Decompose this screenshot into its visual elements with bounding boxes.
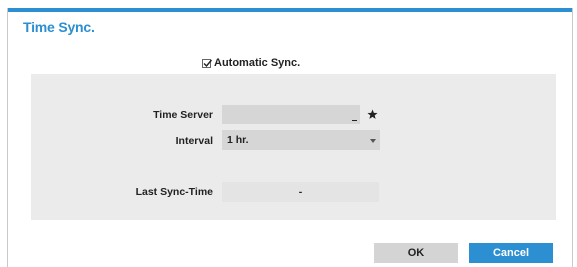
interval-value: 1 hr. xyxy=(227,134,249,146)
time-sync-dialog: Time Sync. Automatic Sync. Time Server I… xyxy=(7,8,573,267)
dialog-title: Time Sync. xyxy=(23,19,95,35)
dialog-accent-bar xyxy=(8,8,572,12)
chevron-down-icon xyxy=(370,139,376,143)
time-server-label: Time Server xyxy=(153,109,213,121)
interval-dropdown[interactable]: 1 hr. xyxy=(222,130,380,150)
automatic-sync-label: Automatic Sync. xyxy=(214,57,301,69)
time-server-input[interactable] xyxy=(222,105,360,124)
cancel-button[interactable]: Cancel xyxy=(469,243,553,263)
checkbox-checked-icon[interactable] xyxy=(202,58,213,68)
ok-button[interactable]: OK xyxy=(374,243,458,263)
last-sync-time-label: Last Sync-Time xyxy=(135,186,213,198)
star-icon xyxy=(366,109,378,119)
interval-label: Interval xyxy=(175,135,213,147)
text-cursor xyxy=(352,119,357,121)
settings-panel: Time Server Interval 1 hr. Last Sync-Tim… xyxy=(31,74,556,220)
automatic-sync-checkbox[interactable]: Automatic Sync. xyxy=(202,57,300,69)
last-sync-time-value: - xyxy=(298,186,303,198)
last-sync-time-field: - xyxy=(222,182,379,202)
time-server-favorite-button[interactable] xyxy=(364,105,380,124)
